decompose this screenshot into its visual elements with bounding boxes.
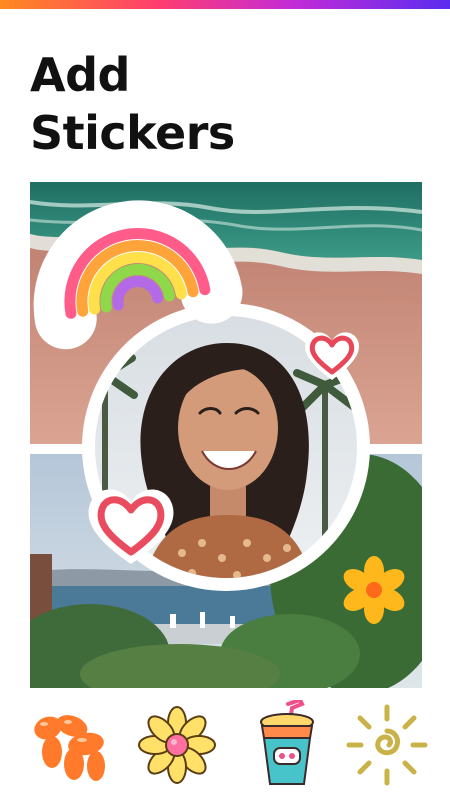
title-line-1: Add	[30, 48, 130, 102]
page-title: Add Stickers	[30, 46, 410, 162]
orange-flower-sticker[interactable]	[340, 556, 408, 624]
accent-gradient-bar	[0, 0, 450, 9]
daisy-sticker[interactable]	[132, 700, 222, 790]
sun-sticker[interactable]	[342, 700, 432, 790]
iced-drink-sticker[interactable]	[242, 700, 332, 790]
title-line-2: Stickers	[30, 106, 235, 160]
balloon-dog-sticker[interactable]	[22, 700, 112, 790]
rainbow-sticker[interactable]	[33, 198, 243, 350]
heart-sticker-small[interactable]	[300, 326, 364, 384]
sticker-tray	[0, 700, 450, 790]
heart-sticker-large[interactable]	[82, 480, 180, 568]
